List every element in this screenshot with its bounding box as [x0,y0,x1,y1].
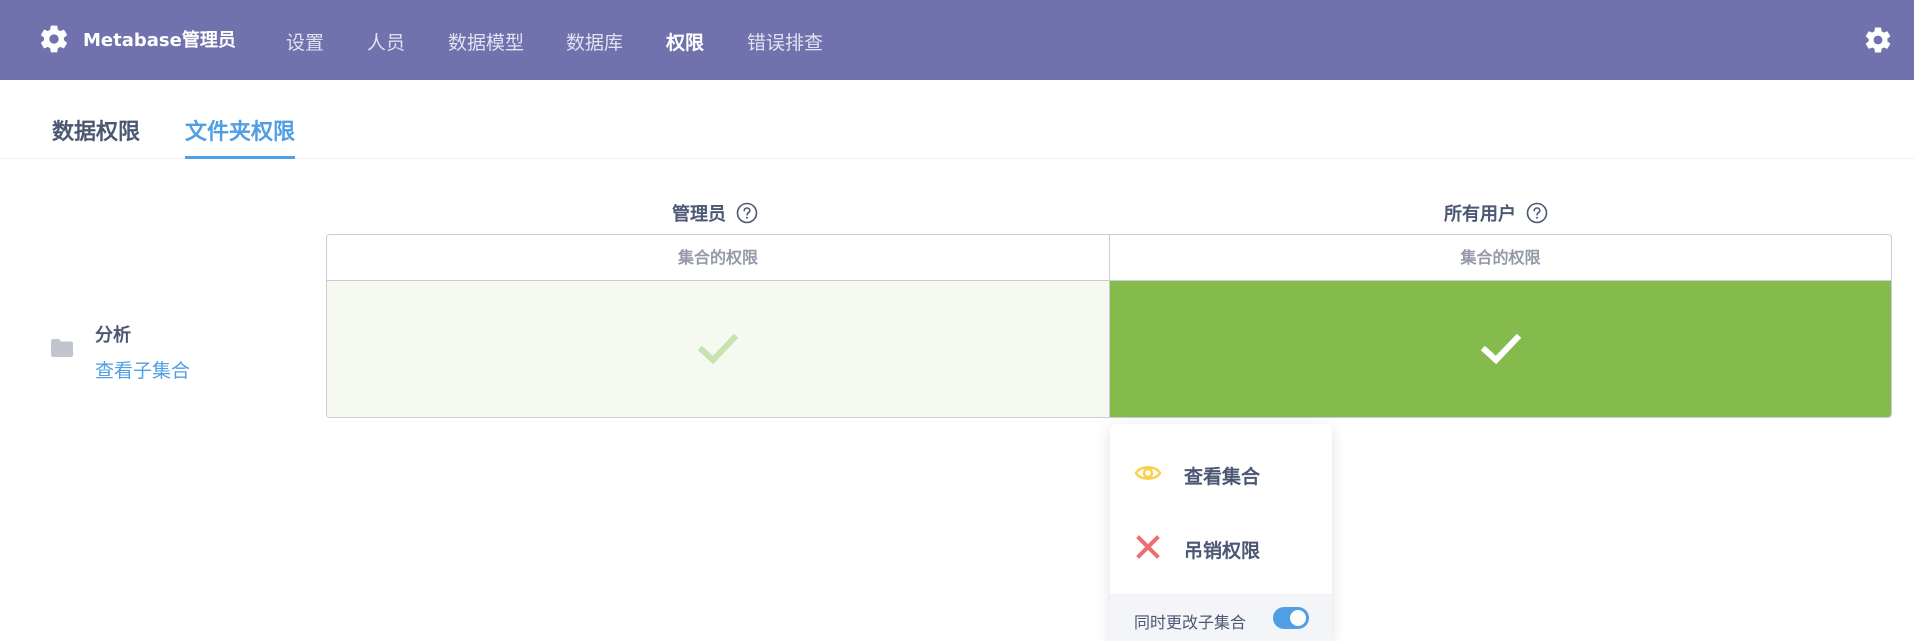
brand-label: Metabase管理员 [83,30,236,51]
permission-cell-administrators[interactable] [327,281,1109,417]
brand[interactable]: Metabase管理员 [38,23,236,55]
collection-name: 分析 [95,325,131,346]
option-label: 查看集合 [1184,466,1261,488]
admin-top-nav: Metabase管理员 设置 人员 数据模型 数据库 权限 错误排查 [0,0,1914,80]
toggle-knob [1290,610,1306,626]
option-revoke-access[interactable]: 吊销权限 [1110,519,1332,575]
folder-icon [51,339,73,357]
permission-popover: 查看集合 吊销权限 同时更改子集合 [1110,424,1332,641]
tab-data-permissions[interactable]: 数据权限 [52,114,140,156]
sub-collections-toggle[interactable] [1273,607,1309,629]
column-header: 集合的权限 [1110,235,1891,281]
group-header-administrators: 管理员 [672,200,758,226]
check-icon [1480,333,1521,365]
nav-troubleshooting[interactable]: 错误排查 [747,28,823,55]
eye-icon [1134,466,1162,480]
permission-cell-all-users[interactable] [1110,281,1891,417]
nav-databases[interactable]: 数据库 [566,28,623,55]
gear-icon [41,25,67,53]
option-label: 吊销权限 [1184,540,1261,562]
column-header: 集合的权限 [327,235,1109,281]
question-icon[interactable] [1526,202,1548,224]
question-icon[interactable] [736,202,758,224]
permissions-tabs: 数据权限 文件夹权限 [0,80,1914,159]
nav-settings[interactable]: 设置 [286,28,324,55]
check-icon [698,333,738,365]
nav-permissions[interactable]: 权限 [666,28,704,55]
option-view-collection[interactable]: 查看集合 [1110,445,1332,501]
popover-footer: 同时更改子集合 [1110,594,1332,641]
nav-people[interactable]: 人员 [367,28,405,55]
group-name: 所有用户 [1444,204,1516,225]
group-header-all-users: 所有用户 [1444,200,1548,226]
nav-data-model[interactable]: 数据模型 [448,28,524,55]
close-icon [1136,535,1160,559]
settings-gear-icon[interactable] [1863,25,1893,55]
group-name: 管理员 [672,204,726,225]
permissions-grid: 集合的权限 集合的权限 [326,234,1892,418]
apply-to-sub-collections-label: 同时更改子集合 [1134,613,1247,632]
view-sub-collections-link[interactable]: 查看子集合 [95,356,190,383]
tab-collection-permissions[interactable]: 文件夹权限 [185,114,296,159]
